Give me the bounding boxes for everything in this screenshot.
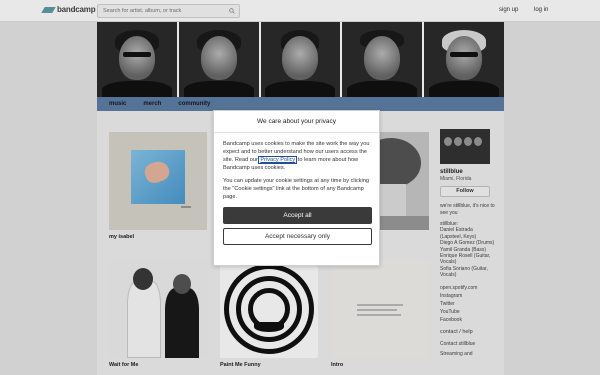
- dialog-body: Bandcamp uses cookies to make the site w…: [214, 133, 379, 245]
- cookie-settings-info: You can update your cookie settings at a…: [223, 177, 369, 200]
- dialog-title: We care about your privacy: [214, 111, 379, 133]
- privacy-policy-link[interactable]: Privacy Policy: [258, 155, 298, 164]
- cookie-description: Bandcamp uses cookies to make the site w…: [223, 141, 370, 173]
- accept-necessary-button[interactable]: Accept necessary only: [223, 227, 372, 245]
- cookie-consent-dialog: We care about your privacy Bandcamp uses…: [213, 110, 380, 266]
- accept-all-button[interactable]: Accept all: [223, 206, 372, 224]
